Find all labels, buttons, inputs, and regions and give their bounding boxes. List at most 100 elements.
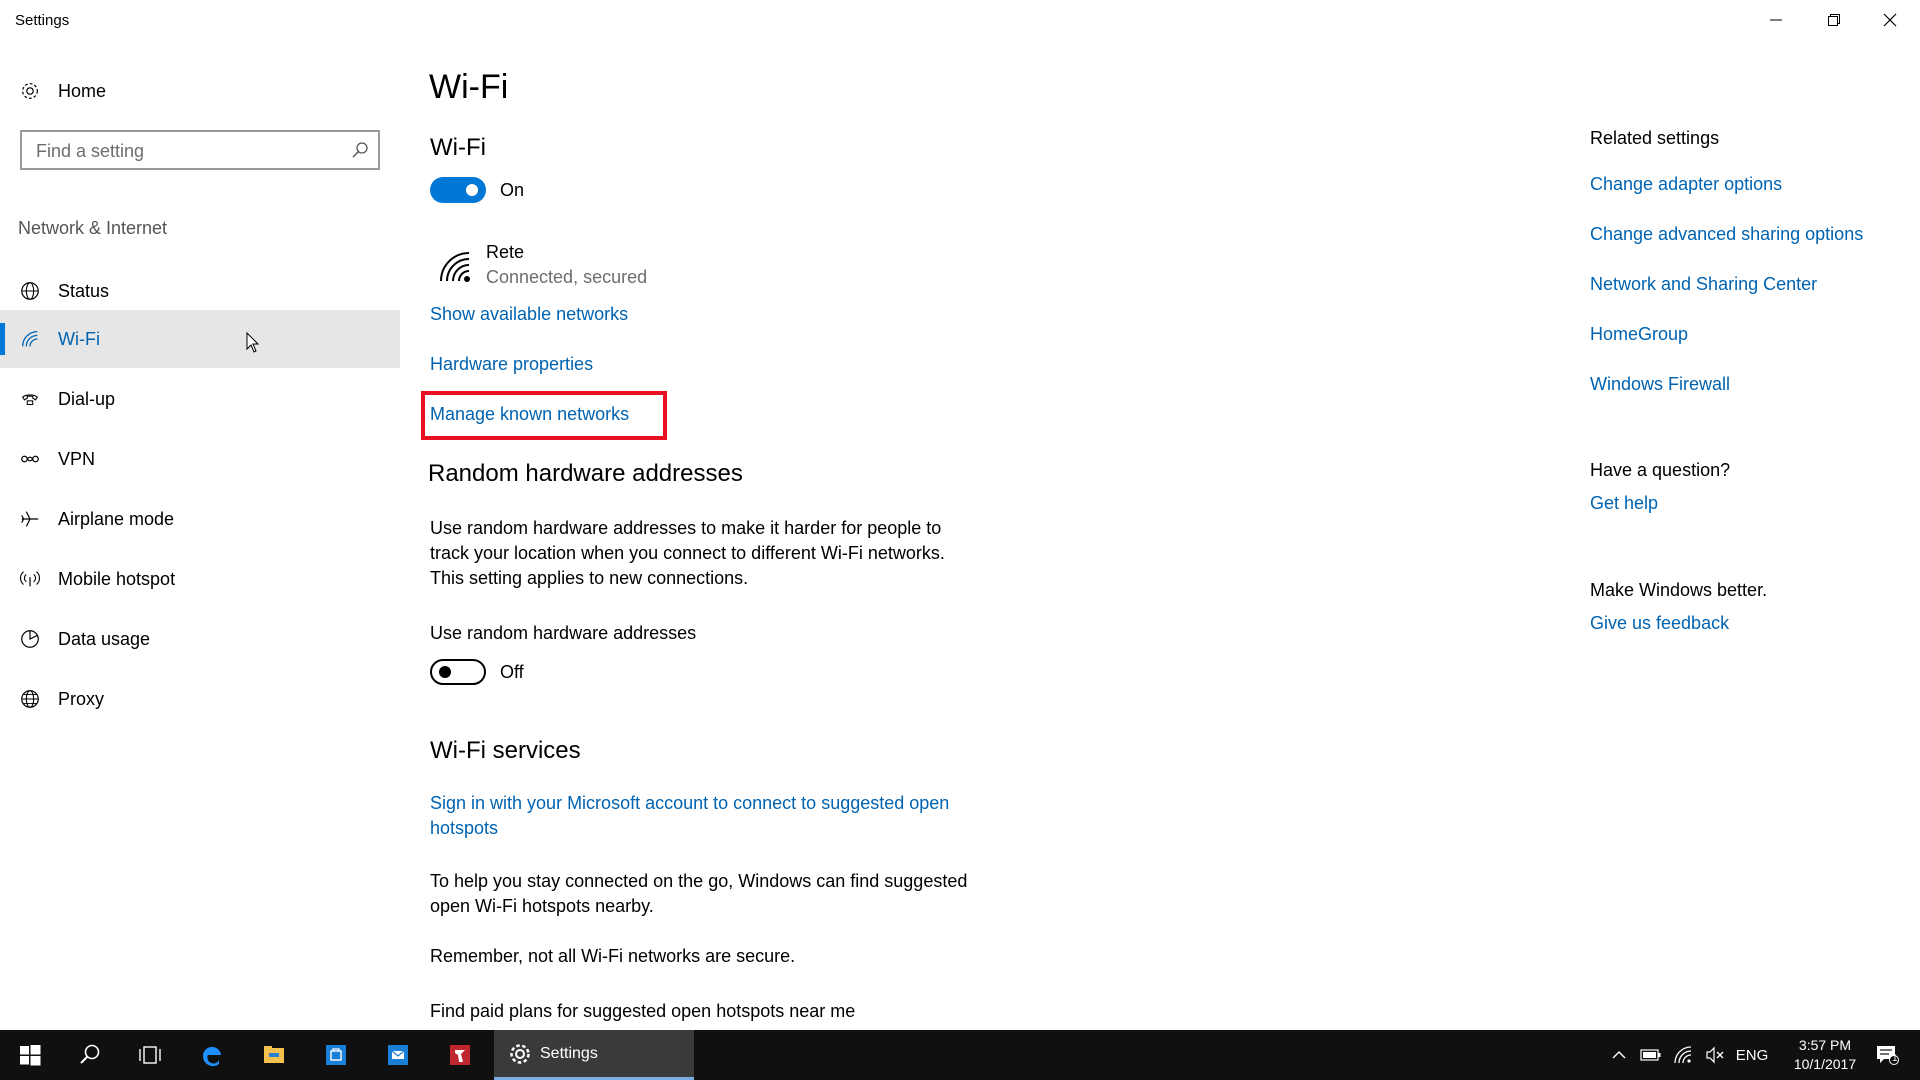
task-view-icon: [139, 1046, 161, 1064]
close-button[interactable]: [1862, 0, 1918, 40]
random-hw-description-line: This setting applies to new connections.: [430, 568, 749, 588]
sidebar-item-label: Airplane mode: [58, 508, 175, 529]
main-content: Wi-Fi Wi-Fi On Rete Connected, secured S…: [400, 40, 1550, 1030]
sidebar-item-label: Proxy: [58, 688, 105, 709]
section-label: Network & Internet: [18, 218, 168, 238]
sidebar-item-label: Data usage: [58, 628, 151, 649]
taskbar-settings-app[interactable]: Settings: [494, 1030, 694, 1080]
hotspot-help-line: To help you stay connected on the go, Wi…: [430, 871, 968, 891]
taskbar-settings-label: Settings: [540, 1045, 598, 1062]
volume-button[interactable]: [1700, 1030, 1730, 1080]
signin-link-line: Sign in with your Microsoft account to c…: [430, 793, 950, 813]
sidebar: Home Find a setting Network & Internet S…: [0, 40, 400, 1030]
wifi-toggle[interactable]: [430, 177, 486, 203]
page-title: Wi-Fi: [429, 68, 509, 106]
restore-button[interactable]: [1806, 0, 1862, 40]
start-button[interactable]: [0, 1030, 60, 1080]
sidebar-item-wifi[interactable]: Wi-Fi: [0, 310, 400, 368]
random-hw-toggle-state: Off: [500, 662, 524, 682]
chevron-up-icon: [1612, 1051, 1626, 1059]
random-hw-toggle-label: Use random hardware addresses: [430, 623, 697, 643]
title-bar: Settings: [0, 0, 1920, 40]
task-view-button[interactable]: [120, 1030, 180, 1080]
notification-count: 1: [1892, 1053, 1898, 1064]
sidebar-item-proxy[interactable]: Proxy: [0, 670, 400, 728]
hardware-properties-link[interactable]: Hardware properties: [430, 354, 593, 375]
mail-icon: [388, 1045, 408, 1065]
wifi-icon: [18, 327, 42, 351]
sidebar-item-hotspot[interactable]: Mobile hotspot: [0, 550, 400, 608]
sidebar-item-label: Home: [58, 80, 107, 101]
search-icon: [80, 1044, 100, 1064]
globe-icon: [18, 687, 42, 711]
store-button[interactable]: [306, 1030, 366, 1080]
network-name: Rete: [486, 242, 525, 262]
change-adapter-options-link[interactable]: Change adapter options: [1590, 174, 1782, 195]
action-center-button[interactable]: 1: [1862, 1030, 1912, 1080]
edge-button[interactable]: [182, 1030, 242, 1080]
sidebar-item-airplane[interactable]: Airplane mode: [0, 490, 400, 548]
network-sharing-center-link[interactable]: Network and Sharing Center: [1590, 274, 1817, 295]
minimize-button[interactable]: [1748, 0, 1804, 40]
sidebar-item-label: Status: [58, 280, 110, 301]
edge-browser-icon: [202, 1046, 221, 1067]
volume-muted-icon: [1706, 1046, 1724, 1064]
windows-logo-icon: [20, 1045, 41, 1066]
wifi-signal-icon: [440, 252, 470, 282]
change-advanced-sharing-link[interactable]: Change advanced sharing options: [1590, 224, 1863, 245]
hotspot-icon: [18, 567, 42, 591]
related-settings-heading: Related settings: [1590, 128, 1720, 148]
minimize-icon: [1770, 19, 1782, 21]
language-indicator[interactable]: ENG: [1734, 1030, 1770, 1080]
airplane-icon: [18, 507, 42, 531]
search-button[interactable]: [60, 1030, 120, 1080]
globe-status-icon: [18, 279, 42, 303]
taskbar: Settings ENG 3:57 PM 10/1/2017 1: [0, 1030, 1920, 1080]
connected-network[interactable]: Rete Connected, secured: [430, 240, 730, 300]
signin-link-line: hotspots: [430, 818, 499, 838]
dialup-icon: [18, 387, 42, 411]
wifi-heading: Wi-Fi: [430, 134, 486, 161]
windows-firewall-link[interactable]: Windows Firewall: [1590, 374, 1730, 395]
store-icon: [326, 1045, 346, 1065]
battery-icon: [1640, 1049, 1661, 1061]
show-hidden-icons-button[interactable]: [1604, 1030, 1634, 1080]
highlight-box: [421, 391, 667, 440]
sidebar-item-vpn[interactable]: VPN: [0, 430, 400, 488]
sidebar-item-label: Dial-up: [58, 388, 116, 409]
wifi-icon: [1674, 1046, 1692, 1064]
data-usage-icon: [18, 627, 42, 651]
sidebar-item-home[interactable]: Home: [0, 62, 400, 120]
random-hw-heading: Random hardware addresses: [428, 460, 743, 487]
give-feedback-link[interactable]: Give us feedback: [1590, 613, 1729, 634]
restore-icon: [1828, 14, 1840, 26]
toggle-knob: [439, 666, 451, 678]
hotspot-help-line: open Wi-Fi hotspots nearby.: [430, 896, 654, 916]
battery-button[interactable]: [1636, 1030, 1666, 1080]
file-explorer-button[interactable]: [244, 1030, 304, 1080]
mouse-cursor-icon: [246, 332, 260, 353]
network-tray-button[interactable]: [1668, 1030, 1698, 1080]
vpn-icon: [18, 447, 42, 471]
random-hw-description-line: Use random hardware addresses to make it…: [430, 518, 942, 538]
wifi-services-heading: Wi-Fi services: [430, 737, 581, 764]
sidebar-item-data-usage[interactable]: Data usage: [0, 610, 400, 668]
sidebar-item-label: VPN: [58, 448, 96, 469]
get-help-link[interactable]: Get help: [1590, 493, 1658, 514]
related-settings-pane: Related settings Change adapter options …: [1590, 40, 1910, 1030]
sidebar-item-dialup[interactable]: Dial-up: [0, 370, 400, 428]
search-input[interactable]: Find a setting: [20, 130, 380, 170]
toggle-knob: [466, 184, 478, 196]
show-available-networks-link[interactable]: Show available networks: [430, 304, 628, 325]
feedback-heading: Make Windows better.: [1590, 580, 1768, 600]
sidebar-item-label: Mobile hotspot: [58, 568, 176, 589]
random-hw-toggle[interactable]: [430, 659, 486, 685]
app-button[interactable]: [430, 1030, 490, 1080]
gear-icon: [18, 79, 42, 103]
toolbox-app-icon: [450, 1045, 470, 1065]
folder-icon: [264, 1046, 284, 1063]
language-label: ENG: [1735, 1046, 1769, 1064]
mail-button[interactable]: [368, 1030, 428, 1080]
paid-plans-label: Find paid plans for suggested open hotsp…: [430, 1001, 856, 1021]
homegroup-link[interactable]: HomeGroup: [1590, 324, 1688, 345]
